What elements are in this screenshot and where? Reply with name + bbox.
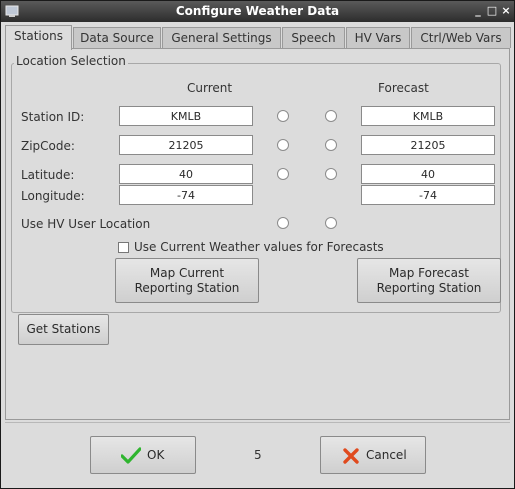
- station-id-label: Station ID:: [21, 110, 85, 124]
- map-current-station-button[interactable]: Map Current Reporting Station: [115, 258, 259, 303]
- forecast-latitude-field[interactable]: [361, 164, 495, 184]
- forecast-hv-location-radio[interactable]: [325, 217, 337, 229]
- longitude-label: Longitude:: [21, 189, 85, 203]
- latitude-label: Latitude:: [21, 168, 75, 182]
- cancel-label: Cancel: [366, 448, 407, 462]
- cancel-button[interactable]: Cancel: [320, 436, 426, 474]
- checkmark-icon: [121, 447, 141, 464]
- location-selection-title: Location Selection: [14, 54, 128, 68]
- current-station-id-field[interactable]: [119, 106, 253, 126]
- tab-stations[interactable]: Stations: [5, 25, 72, 50]
- ok-label: OK: [147, 448, 165, 462]
- current-station-radio[interactable]: [277, 110, 289, 122]
- forecast-station-id-field[interactable]: [361, 106, 495, 126]
- current-hv-location-radio[interactable]: [277, 217, 289, 229]
- forecast-latlong-radio[interactable]: [325, 168, 337, 180]
- use-hv-location-label: Use HV User Location: [21, 217, 151, 231]
- close-countdown: 5: [254, 448, 262, 462]
- footer-separator: [5, 422, 510, 423]
- maximize-icon[interactable]: □: [485, 3, 499, 19]
- cancel-x-icon: [343, 448, 359, 464]
- tab-ctrl-web-vars[interactable]: Ctrl/Web Vars: [411, 27, 511, 48]
- use-current-for-forecast-checkbox[interactable]: [118, 242, 129, 253]
- title-bar[interactable]: Configure Weather Data _ □ ×: [1, 1, 514, 22]
- current-latlong-radio[interactable]: [277, 168, 289, 180]
- map-current-label-line1: Map Current: [149, 265, 225, 280]
- current-longitude-field[interactable]: [119, 185, 253, 205]
- tab-bar: Stations Data Source General Settings Sp…: [5, 25, 511, 50]
- tab-data-source[interactable]: Data Source: [73, 27, 161, 48]
- forecast-zipcode-field[interactable]: [361, 135, 495, 155]
- tab-general-settings[interactable]: General Settings: [162, 27, 281, 48]
- forecast-zipcode-radio[interactable]: [325, 139, 337, 151]
- window-title: Configure Weather Data: [175, 4, 340, 18]
- map-forecast-label-line1: Map Forecast: [389, 265, 469, 280]
- map-forecast-label-line2: Reporting Station: [376, 280, 482, 295]
- current-latitude-field[interactable]: [119, 164, 253, 184]
- tab-speech[interactable]: Speech: [282, 27, 345, 48]
- zipcode-label: ZipCode:: [21, 139, 75, 153]
- current-zipcode-field[interactable]: [119, 135, 253, 155]
- current-column-header: Current: [187, 81, 233, 95]
- ok-button[interactable]: OK: [90, 436, 196, 474]
- forecast-station-radio[interactable]: [325, 110, 337, 122]
- use-current-for-forecast-label[interactable]: Use Current Weather values for Forecasts: [134, 240, 384, 254]
- tab-hv-vars[interactable]: HV Vars: [346, 27, 410, 48]
- minimize-icon[interactable]: _: [471, 3, 485, 19]
- close-icon[interactable]: ×: [499, 3, 513, 19]
- map-current-label-line2: Reporting Station: [134, 280, 240, 295]
- get-stations-button[interactable]: Get Stations: [18, 314, 109, 345]
- forecast-longitude-field[interactable]: [361, 185, 495, 205]
- map-forecast-station-button[interactable]: Map Forecast Reporting Station: [357, 258, 501, 303]
- forecast-column-header: Forecast: [378, 81, 429, 95]
- current-zipcode-radio[interactable]: [277, 139, 289, 151]
- configure-weather-window: Configure Weather Data _ □ × Stations Da…: [0, 0, 515, 489]
